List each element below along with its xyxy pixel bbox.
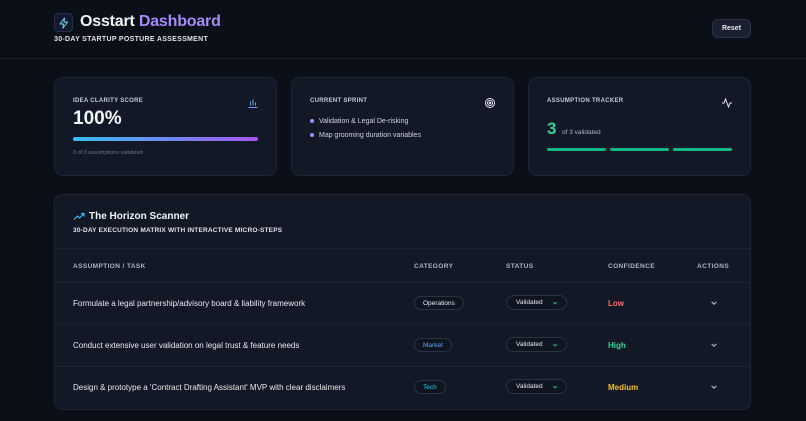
tracker-segment <box>547 148 606 151</box>
panel-subtitle: 30-DAY EXECUTION MATRIX WITH INTERACTIVE… <box>73 227 283 234</box>
row-task: Formulate a legal partnership/advisory b… <box>73 299 306 308</box>
chevron-down-icon <box>552 385 558 389</box>
app-header: Osstart Dashboard 30-DAY STARTUP POSTURE… <box>0 0 806 59</box>
bullet-dot <box>310 119 314 124</box>
sprint-item-label: Validation & Legal De-risking <box>319 118 409 125</box>
reset-button[interactable]: Reset <box>712 19 751 38</box>
status-label: Validated <box>516 341 543 348</box>
category-badge: Tech <box>414 380 446 394</box>
confidence-value: Low <box>608 299 624 308</box>
bar-chart-icon <box>248 99 258 108</box>
app-title-part1: Osstart <box>80 13 135 30</box>
status-dropdown[interactable]: Validated <box>506 379 567 394</box>
category-badge: Market <box>414 338 452 352</box>
chevron-down-icon <box>552 301 558 305</box>
expand-chevron-icon[interactable] <box>710 341 718 349</box>
expand-chevron-icon[interactable] <box>710 383 718 391</box>
confidence-value: High <box>608 341 626 350</box>
current-sprint-label: CURRENT SPRINT <box>310 98 368 104</box>
divider <box>55 324 750 325</box>
column-header-confidence: CONFIDENCE <box>608 263 655 270</box>
confidence-value: Medium <box>608 383 639 392</box>
idea-clarity-caption: 3 of 3 assumptions validated <box>73 150 143 156</box>
row-task: Design & prototype a 'Contract Drafting … <box>73 383 346 392</box>
chevron-down-icon <box>552 343 558 347</box>
column-header-status: STATUS <box>506 263 534 270</box>
divider <box>55 248 750 249</box>
assumption-tracker-label: ASSUMPTION TRACKER <box>547 98 624 104</box>
idea-clarity-score: 100% <box>73 108 122 129</box>
idea-clarity-progress <box>73 137 258 141</box>
assumption-tracker-card: ASSUMPTION TRACKER <box>528 77 751 176</box>
tracker-segment <box>673 148 732 151</box>
status-dropdown[interactable]: Validated <box>506 337 567 352</box>
category-badge: Operations <box>414 296 464 310</box>
sprint-item: Validation & Legal De-risking <box>310 118 408 125</box>
bullet-dot <box>310 133 314 138</box>
status-label: Validated <box>516 299 543 306</box>
app-title: Osstart Dashboard <box>80 13 221 31</box>
column-header-task: ASSUMPTION / TASK <box>73 263 146 270</box>
lightning-logo-icon <box>54 13 73 32</box>
column-header-category: CATEGORY <box>414 263 454 270</box>
app-title-part2: Dashboard <box>138 13 221 30</box>
panel-title: The Horizon Scanner <box>89 211 190 222</box>
idea-clarity-progress-fill <box>73 137 258 141</box>
tracker-caption: of 3 validated <box>562 129 601 136</box>
sprint-item-label: Map grooming duration variables <box>319 132 421 139</box>
row-task: Conduct extensive user validation on leg… <box>73 341 300 350</box>
column-header-actions: ACTIONS <box>697 263 730 270</box>
idea-clarity-label: IDEA CLARITY SCORE <box>73 98 144 104</box>
tracker-count: 3 <box>547 119 557 138</box>
tracker-segment <box>610 148 669 151</box>
activity-icon <box>722 97 732 109</box>
trending-up-icon <box>73 212 85 220</box>
target-icon <box>485 98 495 108</box>
divider <box>55 366 750 367</box>
status-dropdown[interactable]: Validated <box>506 295 567 310</box>
current-sprint-card: CURRENT SPRINT <box>291 77 514 176</box>
app-subtitle: 30-DAY STARTUP POSTURE ASSESSMENT <box>54 36 209 43</box>
divider <box>55 282 750 283</box>
sprint-item: Map grooming duration variables <box>310 132 421 139</box>
status-label: Validated <box>516 383 543 390</box>
expand-chevron-icon[interactable] <box>710 299 718 307</box>
